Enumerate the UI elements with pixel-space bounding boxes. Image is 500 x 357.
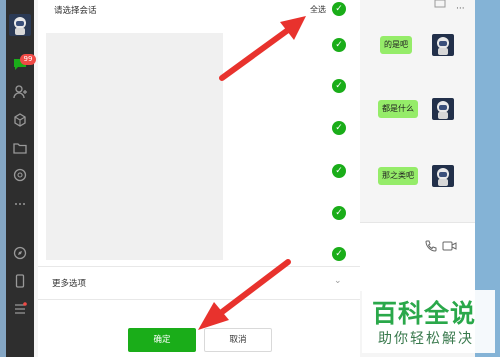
watermark-title: 百科全说 bbox=[372, 299, 477, 328]
arrow-to-confirm bbox=[198, 259, 291, 330]
watermark: 百科全说 助你轻松解决 bbox=[362, 290, 495, 353]
watermark-subtitle: 助你轻松解决 bbox=[378, 331, 474, 347]
arrow-to-select-all bbox=[219, 16, 306, 81]
